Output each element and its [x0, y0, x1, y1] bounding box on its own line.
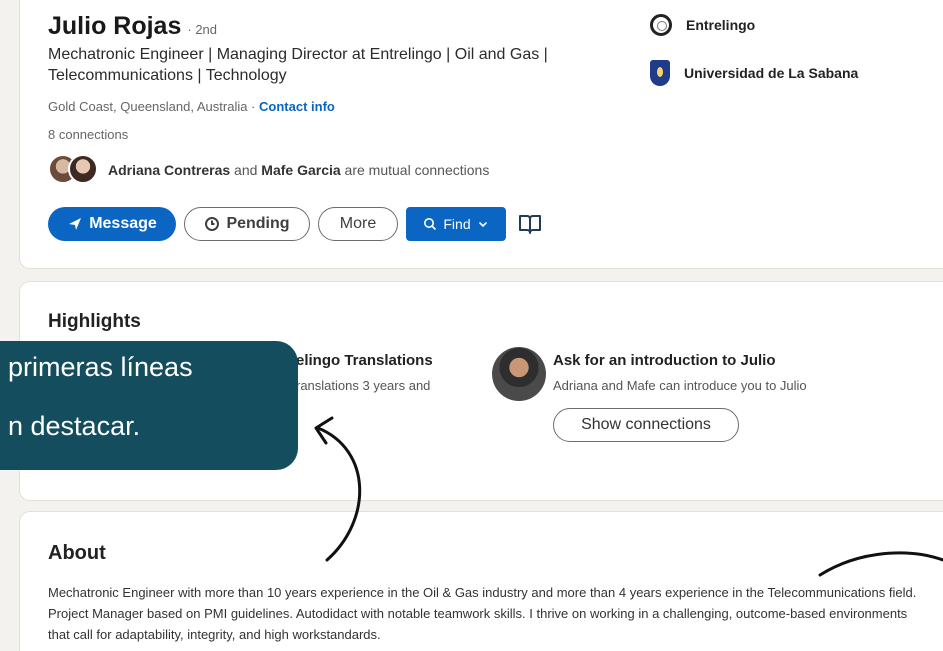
- mutual-avatars: [48, 154, 100, 186]
- profile-headline: Mechatronic Engineer | Managing Director…: [48, 46, 548, 84]
- more-button[interactable]: More: [318, 207, 398, 241]
- org-entrelingo[interactable]: Entrelingo: [650, 14, 755, 36]
- name-row: Julio Rojas · 2nd: [48, 12, 217, 41]
- profile-page: Julio Rojas · 2nd Mechatronic Engineer |…: [0, 0, 943, 651]
- highlight-company-desc: ranslations 3 years and: [296, 378, 431, 393]
- send-icon: [69, 218, 82, 230]
- avatar: [68, 154, 98, 184]
- org-name: Universidad de La Sabana: [684, 65, 859, 81]
- pending-label: Pending: [226, 215, 290, 232]
- mutual-name-2: Mafe Garcia: [261, 162, 341, 178]
- find-button[interactable]: Find: [406, 207, 506, 241]
- callout-line-2: n destacar.: [8, 411, 141, 441]
- highlights-title: Highlights: [48, 311, 141, 332]
- mutual-name-1: Adriana Contreras: [108, 162, 231, 178]
- book-icon[interactable]: [518, 213, 542, 235]
- profile-actions: Message Pending More Find: [48, 207, 542, 241]
- mutual-connections[interactable]: Adriana Contreras and Mafe Garcia are mu…: [48, 154, 489, 186]
- org-name: Entrelingo: [686, 17, 756, 33]
- chevron-down-icon: [478, 221, 487, 228]
- connection-degree: · 2nd: [187, 22, 218, 37]
- callout-line-1: primeras líneas: [8, 352, 193, 382]
- university-logo-icon: [650, 60, 670, 86]
- org-university[interactable]: Universidad de La Sabana: [650, 60, 858, 86]
- introduction-avatar: [492, 347, 546, 401]
- mutual-and: and: [230, 162, 262, 178]
- connections-count[interactable]: 8 connections: [48, 127, 128, 142]
- message-button[interactable]: Message: [48, 207, 176, 241]
- pending-button[interactable]: Pending: [184, 207, 310, 241]
- highlight-company-title: elingo Translations: [296, 352, 433, 369]
- profile-name: Julio Rojas: [48, 12, 182, 40]
- mutual-suffix: are mutual connections: [340, 162, 490, 178]
- intro-desc: Adriana and Mafe can introduce you to Ju…: [553, 378, 807, 393]
- message-label: Message: [89, 215, 157, 232]
- about-title: About: [48, 542, 106, 564]
- show-connections-button[interactable]: Show connections: [553, 408, 739, 442]
- mutual-text: Adriana Contreras and Mafe Garcia are mu…: [108, 162, 489, 178]
- about-text: Mechatronic Engineer with more than 10 y…: [48, 585, 917, 642]
- location-row: Gold Coast, Queensland, Australia · Cont…: [48, 99, 335, 114]
- entrelingo-logo-icon: [650, 14, 672, 36]
- clock-icon: [205, 217, 220, 231]
- intro-title: Ask for an introduction to Julio: [553, 352, 776, 369]
- search-icon: [424, 218, 437, 231]
- find-label: Find: [443, 216, 471, 232]
- location-text: Gold Coast, Queensland, Australia ·: [48, 99, 260, 114]
- more-label: More: [339, 215, 377, 232]
- contact-info-link[interactable]: Contact info: [259, 99, 335, 114]
